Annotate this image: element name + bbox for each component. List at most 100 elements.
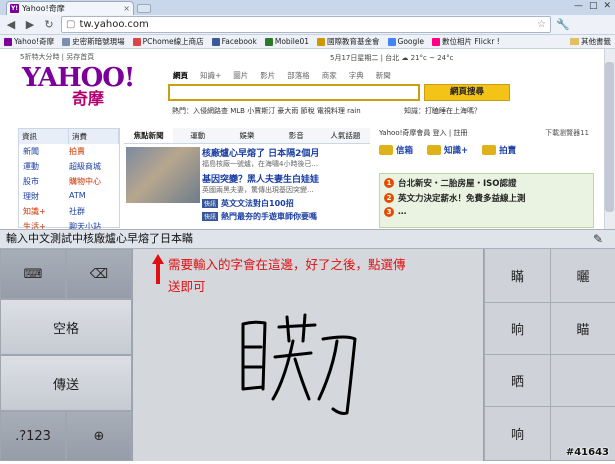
category-link[interactable]: 社群	[69, 206, 115, 217]
search-tab[interactable]: 部落格	[287, 70, 310, 81]
close-window-icon[interactable]: ✕	[603, 1, 611, 11]
category-tab[interactable]: 資訊	[19, 129, 69, 144]
top-links[interactable]: 5折特大分時 | 另存首頁	[20, 52, 94, 62]
search-tab[interactable]: 影片	[260, 70, 275, 81]
knowledge-link[interactable]: 知識+	[427, 144, 468, 156]
scrollbar-thumb[interactable]	[605, 62, 614, 212]
bookmark-star-icon[interactable]: ☆	[537, 19, 546, 30]
promo-item[interactable]: 1 台北新安・二胎房屋・ISO認證	[384, 177, 589, 189]
other-bookmarks[interactable]: 其他書籤	[566, 36, 611, 47]
bookmark-item[interactable]: 史密斯暗號現場	[62, 36, 125, 47]
category-link[interactable]: 購物中心	[69, 176, 115, 187]
back-icon[interactable]: ◀	[4, 18, 18, 31]
promo-item[interactable]: 3…	[384, 207, 589, 217]
search-tab[interactable]: 圖片	[233, 70, 248, 81]
edit-icon[interactable]: ✎	[593, 232, 603, 246]
search-input[interactable]	[168, 84, 420, 101]
news-headline[interactable]: 基因突變？黑人夫妻生白娃娃	[202, 172, 368, 185]
mail-icon	[379, 145, 393, 155]
bookmark-item[interactable]: 國際教育基金會	[317, 36, 380, 47]
news-tab[interactable]: 焦點新聞	[124, 128, 174, 143]
composition-bar: 輸入中文測試中核廠爐心早熔了日本瞞	[0, 229, 615, 249]
news-items: 核廠爐心早熔了 日本隔2個月 福島核廠一號爐，在海嘯4小時後已... 基因突變？…	[202, 146, 368, 222]
category-link[interactable]: 拍賣	[69, 146, 115, 157]
annotation-note: 需要輸入的字會在這邊，好了之後，點選傳送即可	[168, 257, 406, 294]
promo-list: 1 台北新安・二胎房屋・ISO認證 2 英文力決定薪水！免費多益線上測 3…	[379, 173, 594, 228]
category-link[interactable]: 理財	[23, 191, 69, 202]
maximize-icon[interactable]: □	[589, 1, 598, 11]
news-photo[interactable]	[126, 147, 200, 203]
backspace-button[interactable]: ⌫	[66, 249, 132, 299]
page-icon: ▢	[66, 19, 76, 30]
bookmark-favicon-icon	[264, 37, 273, 46]
send-button[interactable]: 傳送	[0, 355, 132, 411]
news-headline[interactable]: 核廠爐心早熔了 日本隔2個月	[202, 146, 368, 159]
facebook-icon	[211, 37, 220, 46]
candidate-key[interactable]: 晌	[484, 303, 550, 355]
search-tab[interactable]: 知識+	[200, 70, 221, 81]
google-icon	[387, 37, 396, 46]
numbers-button[interactable]: .?123	[0, 411, 66, 461]
candidate-key[interactable]	[550, 355, 615, 407]
bookmark-item[interactable]: Yahoo!奇摩	[4, 36, 54, 47]
folder-icon	[570, 38, 579, 45]
minimize-icon[interactable]: —	[574, 1, 583, 11]
space-button[interactable]: 空格	[0, 299, 132, 355]
download-link[interactable]: 下載瀏覽器11	[545, 128, 589, 138]
backspace-icon: ⌫	[89, 266, 109, 282]
annotation-arrow-icon	[152, 254, 164, 284]
bookmark-item[interactable]: PChome線上商店	[132, 36, 204, 47]
window-controls: — □ ✕	[574, 1, 611, 11]
browser-tab[interactable]: Y! Yahoo!奇摩 ×	[6, 1, 134, 15]
news-tab[interactable]: 影音	[271, 128, 321, 143]
category-tab[interactable]: 消費	[69, 129, 119, 144]
bookmark-item[interactable]: Mobile01	[264, 37, 309, 46]
knowledge-line[interactable]: 知識：打瞌睡在上海嗎？	[404, 106, 481, 116]
mail-link[interactable]: 信箱	[379, 144, 413, 156]
yahoo-logo[interactable]: YAHOO! 奇摩	[22, 63, 142, 109]
bookmark-favicon-icon	[431, 37, 440, 46]
category-link[interactable]: 新聞	[23, 146, 69, 157]
watermark: #41643	[565, 447, 609, 458]
category-link[interactable]: 超級商城	[69, 161, 115, 172]
bookmark-item[interactable]: 數位相片 Flickr !	[431, 36, 500, 47]
language-button[interactable]: ⊕	[66, 411, 132, 461]
category-link[interactable]: 股市	[23, 176, 69, 187]
member-title[interactable]: Yahoo!奇摩會員 登入 | 註冊	[379, 128, 467, 138]
news-description: 英國兩黑夫妻，驚傳出現基因突變...	[202, 186, 314, 194]
news-tab[interactable]: 娛樂	[222, 128, 272, 143]
candidate-key[interactable]: 瞞	[484, 249, 550, 303]
news-tab[interactable]: 人氣話題	[320, 128, 371, 143]
tab-close-icon[interactable]: ×	[123, 4, 130, 13]
auction-link[interactable]: 拍賣	[482, 144, 516, 156]
keyboard-icon: ⌨	[23, 266, 43, 282]
promo-item[interactable]: 2 英文力決定薪水！免費多益線上測	[384, 192, 589, 204]
category-link[interactable]: 知識+	[23, 206, 69, 217]
new-tab-button[interactable]	[137, 4, 151, 13]
bookmark-item[interactable]: Facebook	[211, 37, 257, 46]
candidate-key[interactable]: 瞄	[550, 303, 615, 355]
news-tab[interactable]: 運動	[173, 128, 223, 143]
search-button[interactable]: 網頁搜尋	[424, 84, 510, 101]
search-tab[interactable]: 字典	[349, 70, 364, 81]
category-link[interactable]: 運動	[23, 161, 69, 172]
bookmark-item[interactable]: Google	[387, 37, 424, 46]
hot-keywords[interactable]: 熱門：入侵網路查 MLB 小賈斯汀 豪大雨 節稅 電視料理 rain	[172, 106, 361, 116]
forward-icon[interactable]: ▶	[23, 18, 37, 31]
news-item[interactable]: 快訊 熱門最夯的手遊車師你要嗎	[202, 211, 368, 222]
category-link[interactable]: ATM	[69, 191, 115, 202]
bookmark-favicon-icon	[132, 37, 141, 46]
address-bar[interactable]: ▢ tw.yahoo.com ☆	[61, 16, 551, 33]
candidate-key[interactable]: 晒	[484, 355, 550, 407]
candidate-key[interactable]: 曬	[550, 249, 615, 303]
candidate-key[interactable]: 响	[484, 407, 550, 461]
search-tab[interactable]: 商家	[322, 70, 337, 81]
wrench-icon[interactable]: 🔧	[556, 18, 570, 31]
bookmark-favicon-icon	[62, 37, 71, 46]
search-tab[interactable]: 網頁	[173, 70, 188, 81]
search-tab[interactable]: 新聞	[376, 70, 391, 81]
reload-icon[interactable]: ↻	[42, 18, 56, 31]
browser-toolbar: ◀ ▶ ↻ ▢ tw.yahoo.com ☆ 🔧	[0, 15, 615, 35]
keyboard-hide-button[interactable]: ⌨	[0, 249, 66, 299]
news-item[interactable]: 快訊 英文文法對白100招	[202, 198, 368, 209]
